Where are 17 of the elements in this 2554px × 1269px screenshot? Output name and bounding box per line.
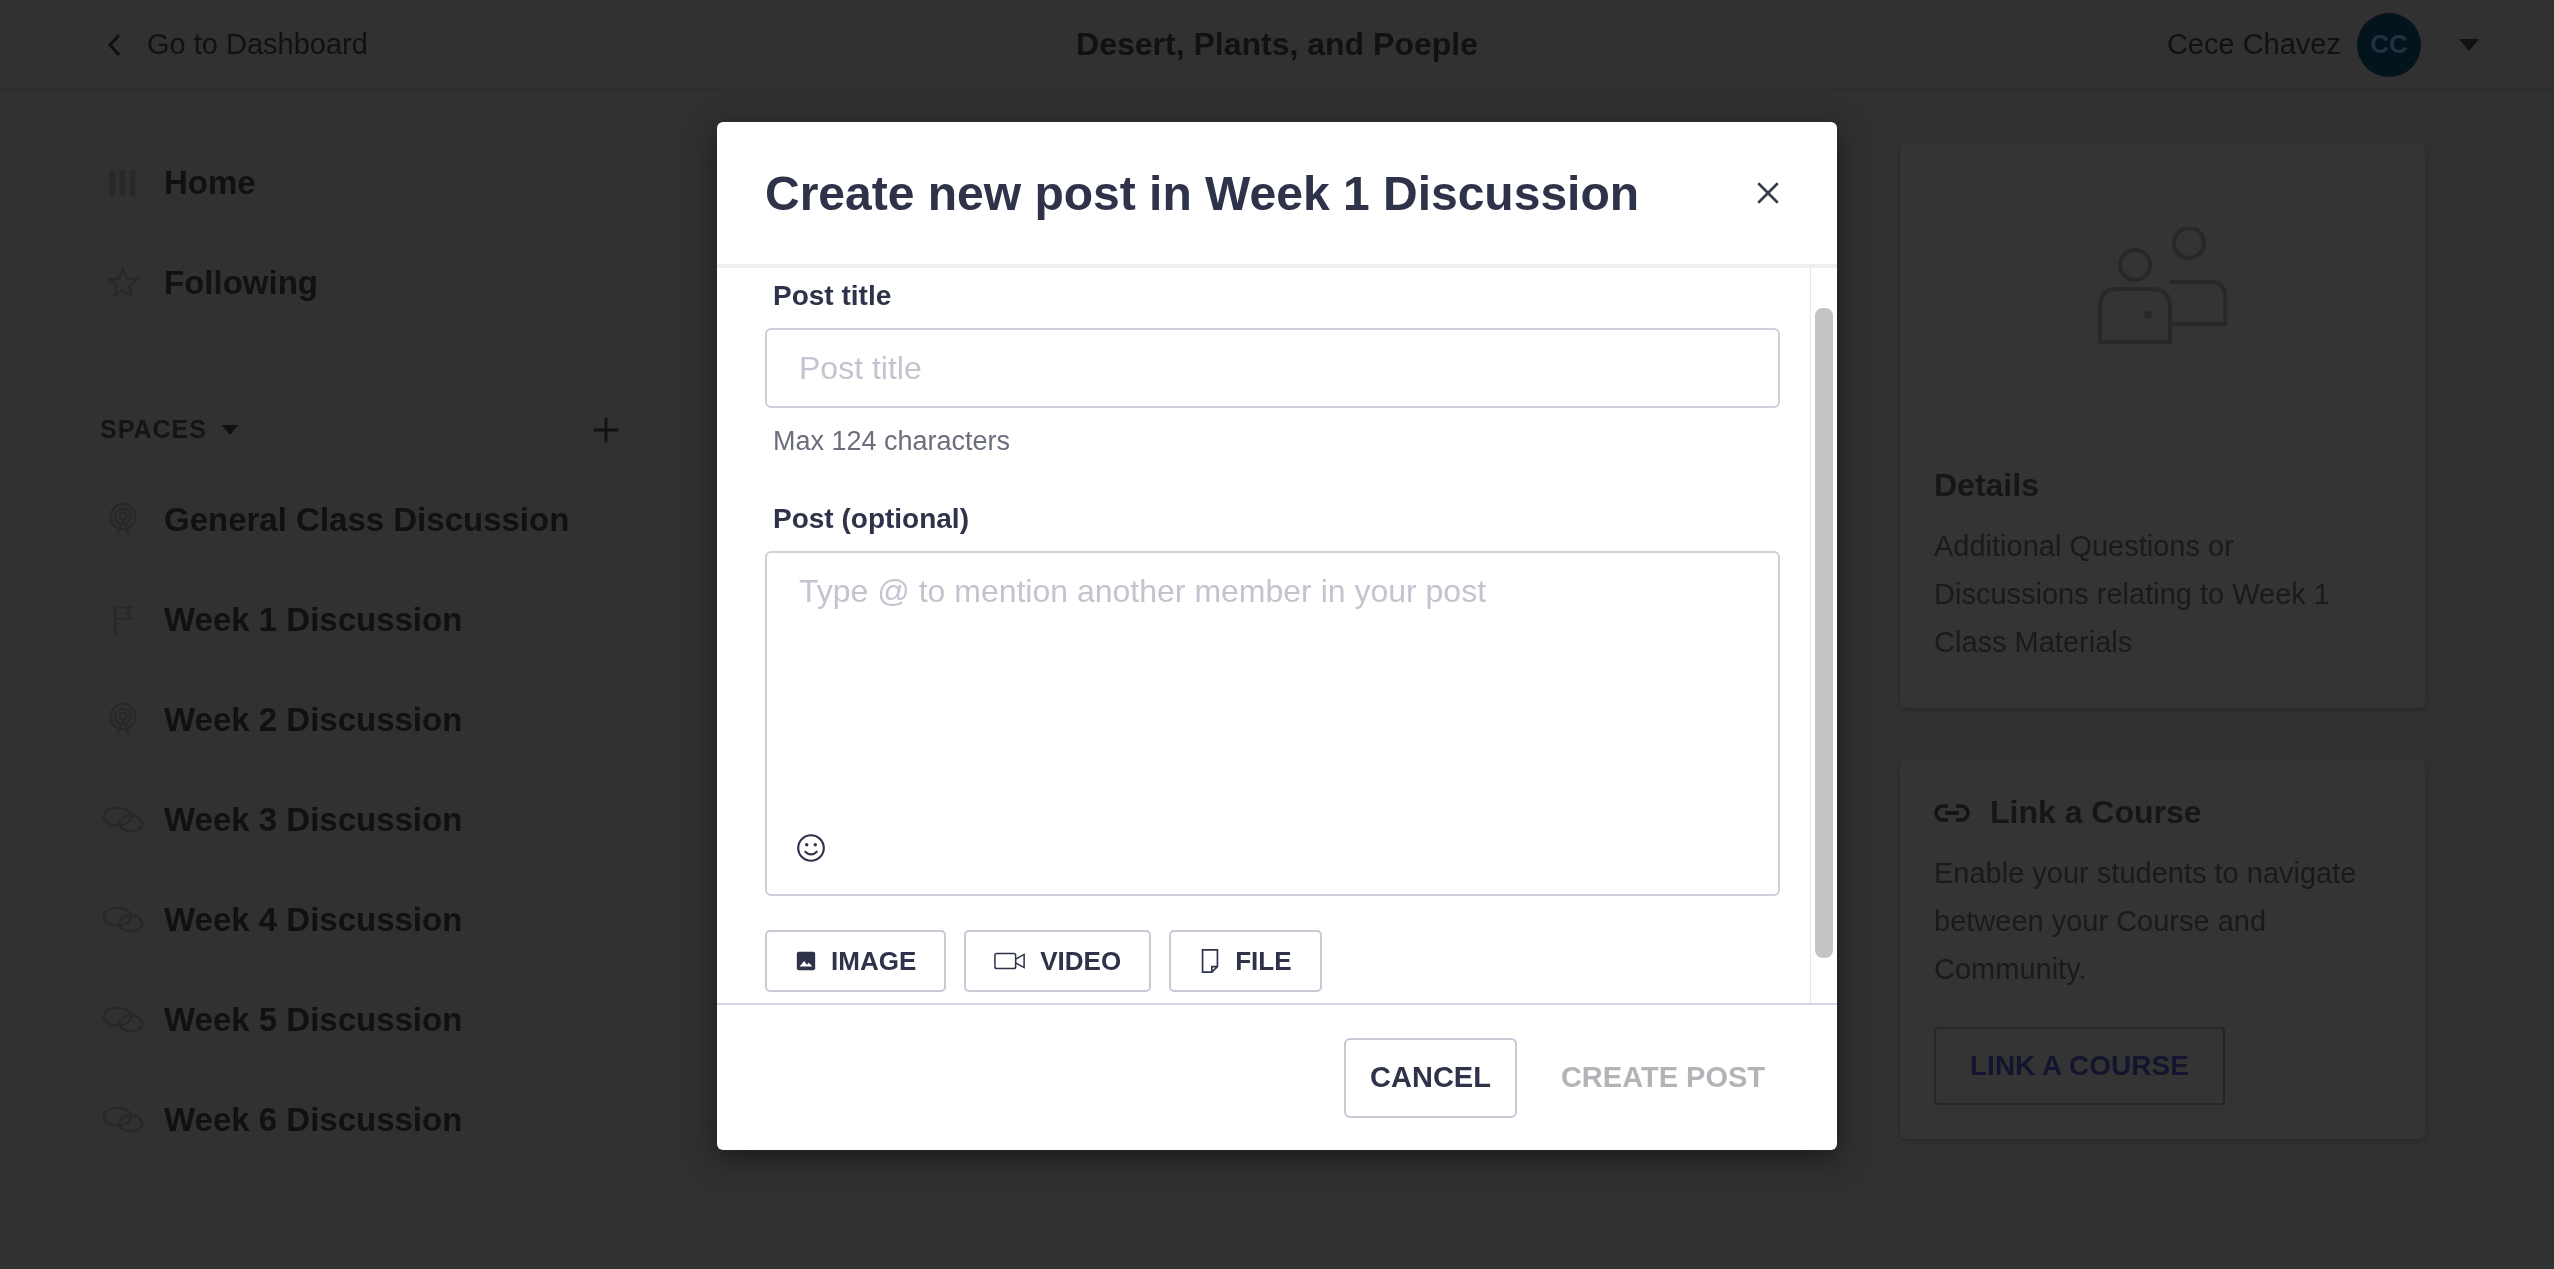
attach-button[interactable]: VIDEO (964, 930, 1152, 992)
post-title-field[interactable]: Post title (765, 328, 1780, 408)
field-label: Post (optional) (773, 503, 970, 535)
link-icon (1934, 802, 1970, 823)
emoji-icon[interactable] (795, 832, 827, 864)
caret-icon (220, 424, 239, 435)
field-hint: Max 124 characters (773, 426, 1012, 457)
attach-button[interactable]: FILE (1169, 930, 1322, 992)
post-body-field[interactable]: Type @ to mention another member in your post (765, 551, 1780, 896)
close-icon[interactable] (1755, 180, 1781, 206)
dialog-title: Create new post in Week 1 Discussion (765, 165, 1640, 221)
caret-icon[interactable] (2459, 38, 2479, 51)
video-camera-icon (994, 950, 1027, 972)
add-icon[interactable] (592, 415, 620, 444)
field-label: Post title (773, 280, 893, 312)
attach-button[interactable]: IMAGE (765, 930, 947, 992)
cancel-button[interactable]: CANCEL (1344, 1037, 1517, 1118)
